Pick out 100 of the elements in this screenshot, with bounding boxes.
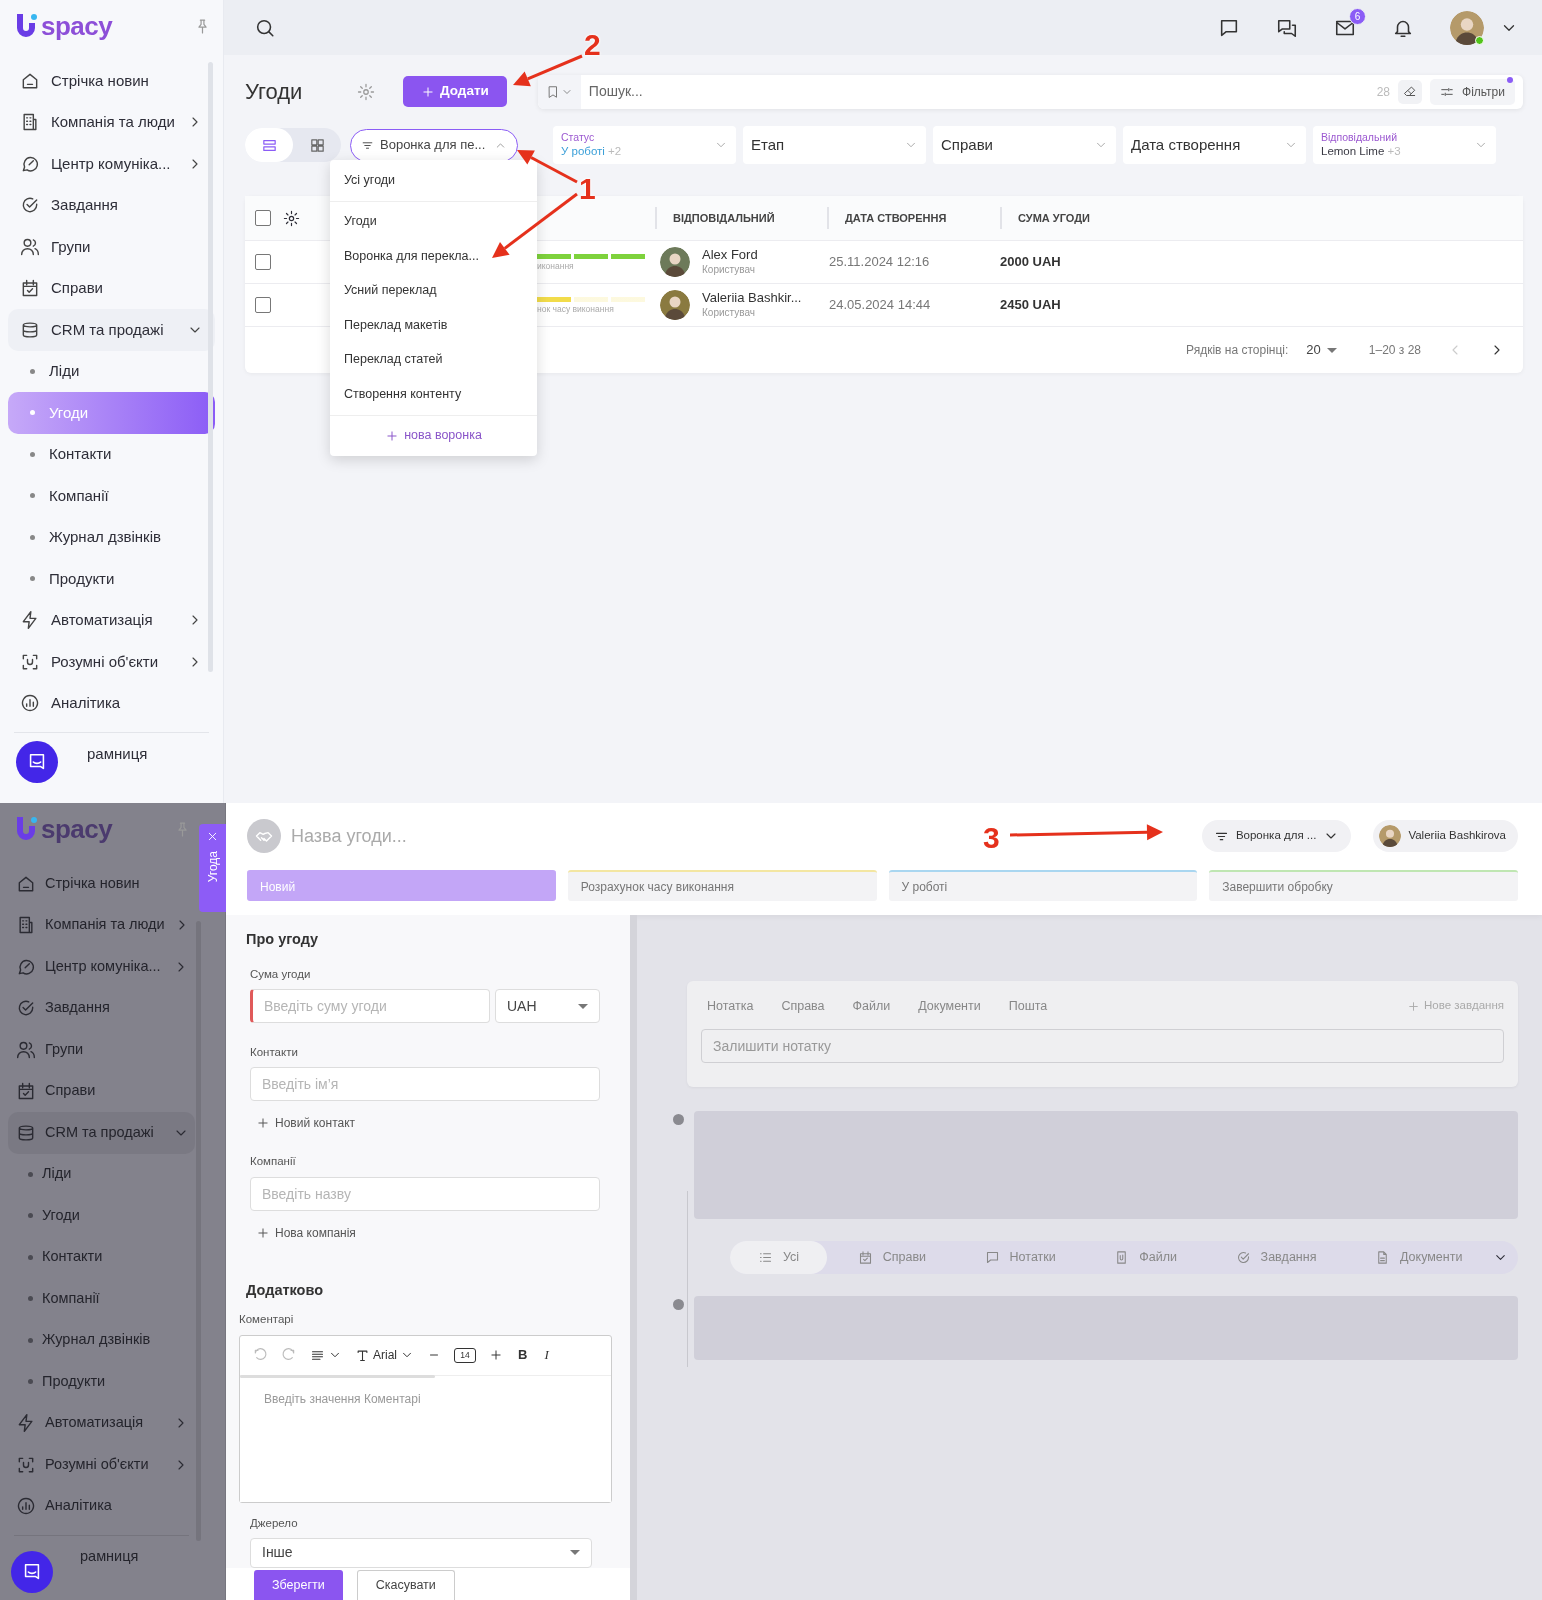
bold-button[interactable]: B <box>516 1345 530 1365</box>
scrollbar[interactable] <box>208 62 213 672</box>
settings-icon[interactable] <box>283 210 300 228</box>
sidebar-item[interactable]: Центр комуніка... <box>8 143 215 185</box>
sidebar-item[interactable]: Групи <box>8 226 215 268</box>
sidebar-item[interactable]: Аналітика <box>8 1485 195 1527</box>
user-role: Користувач <box>702 306 756 321</box>
bullet-icon <box>28 1337 33 1343</box>
sidebar-item[interactable]: Контакти <box>8 1236 195 1278</box>
plus-icon[interactable] <box>489 1348 503 1362</box>
stage-tab[interactable]: У роботі <box>888 870 1198 901</box>
rows-per-page-select[interactable]: 20 <box>1306 340 1337 360</box>
chat-launcher-button[interactable] <box>11 1551 53 1593</box>
sidebar-item[interactable]: Автоматизація <box>8 599 215 641</box>
sidebar-item[interactable]: Угоди <box>8 1195 195 1237</box>
stage-label: иконання <box>537 261 575 271</box>
filter-select[interactable]: Дата створення <box>1123 126 1306 164</box>
cancel-button[interactable]: Скасувати <box>356 1570 455 1600</box>
plus-icon <box>256 1116 270 1131</box>
funnel-select[interactable]: Воронка для пе... <box>350 128 518 162</box>
sidebar-item[interactable]: Справи <box>8 1070 195 1112</box>
sidebar-item[interactable]: CRM та продажі <box>8 309 215 351</box>
sidebar-item[interactable]: Ліди <box>8 1153 195 1195</box>
menu-item[interactable]: Усі угоди <box>330 163 537 198</box>
building-icon <box>20 112 40 133</box>
sidebar-item[interactable]: Справи <box>8 267 215 309</box>
menu-item[interactable]: Воронка для перекла... <box>330 239 537 274</box>
sidebar-item[interactable]: рамниця <box>8 733 215 775</box>
sidebar-item[interactable]: Компанії <box>8 475 215 517</box>
sidebar-item[interactable]: Стрічка новин <box>8 60 215 102</box>
source-select[interactable]: Інше <box>250 1537 592 1568</box>
input-field[interactable]: Введіть суму угоди <box>250 989 490 1023</box>
new-funnel-button[interactable]: нова воронка <box>330 418 537 453</box>
menu-item[interactable]: Переклад макетів <box>330 308 537 343</box>
menu-item[interactable]: Переклад статей <box>330 342 537 377</box>
filter-select[interactable]: Статус У роботі +2 <box>553 126 736 164</box>
sidebar-item[interactable]: Групи <box>8 1029 195 1071</box>
sidebar-item[interactable]: Стрічка новин <box>8 863 195 905</box>
sidebar-item[interactable]: рамниця <box>8 1536 195 1578</box>
title-field[interactable]: Назва угоди... <box>289 821 689 851</box>
filter-select[interactable]: Етап <box>743 126 926 164</box>
menu-item[interactable]: Усний переклад <box>330 273 537 308</box>
sidebar-item[interactable]: Завдання <box>8 184 215 226</box>
sidebar-item[interactable]: Контакти <box>8 433 215 475</box>
search-field[interactable]: Пошук... 28 Фільтри <box>537 74 1523 109</box>
add-link[interactable]: Новий контакт <box>256 1114 356 1133</box>
sidebar-item[interactable]: Журнал дзвінків <box>8 516 215 558</box>
font-select[interactable]: Arial <box>355 1346 414 1364</box>
sidebar-item[interactable]: Компанія та люди <box>8 101 215 143</box>
font-size-field[interactable]: 14 <box>454 1347 476 1363</box>
filters-button[interactable]: Фільтри <box>1430 78 1515 105</box>
field-label: Контакти <box>250 1045 299 1060</box>
scrollbar[interactable] <box>630 915 637 1600</box>
input-field[interactable]: Введіть ім’я <box>250 1067 600 1102</box>
sidebar-item[interactable]: Компанії <box>8 1278 195 1320</box>
sidebar-item[interactable]: Розумні об'єкти <box>8 1444 195 1486</box>
add-link[interactable]: Нова компанія <box>256 1223 356 1242</box>
user-name: Alex Ford <box>702 246 758 263</box>
italic-button[interactable]: I <box>542 1345 551 1365</box>
sidebar-item[interactable]: Аналітика <box>8 682 215 724</box>
user-name: Valeriia Bashkir... <box>702 289 802 306</box>
sidebar-item[interactable]: CRM та продажі <box>8 1112 195 1154</box>
currency-select[interactable]: UAH <box>495 989 600 1023</box>
user-chip[interactable]: Valeriia Bashkirova <box>1373 820 1518 852</box>
input-field[interactable]: Введіть назву <box>250 1176 600 1211</box>
menu-item[interactable]: Створення контенту <box>330 377 537 412</box>
caret-icon <box>578 1003 588 1009</box>
sidebar-item[interactable]: Завдання <box>8 987 195 1029</box>
stage-tab[interactable]: Розрахунок часу виконання <box>567 870 877 901</box>
sidebar-item[interactable]: Розумні об'єкти <box>8 641 215 683</box>
checkbox[interactable] <box>255 297 271 313</box>
sidebar-item[interactable]: Центр комуніка... <box>8 946 195 988</box>
sidebar-item[interactable]: Автоматизація <box>8 1402 195 1444</box>
filter-select[interactable]: Справи <box>933 126 1116 164</box>
bookmark-button[interactable] <box>537 74 581 109</box>
logo-text: spacy <box>41 816 113 842</box>
add-button[interactable]: Додати <box>403 76 507 107</box>
sidebar-item[interactable]: Ліди <box>8 350 215 392</box>
chat-launcher-button[interactable] <box>16 741 58 783</box>
users-icon <box>20 236 40 257</box>
clear-button[interactable] <box>1398 79 1422 104</box>
comment-editor[interactable]: Arial 14 B I Введіть значення Коментарі <box>239 1334 612 1503</box>
chart-icon <box>20 693 40 714</box>
menu-item[interactable]: Угоди <box>330 204 537 239</box>
checkbox[interactable] <box>255 254 271 270</box>
sidebar-item[interactable]: Компанія та люди <box>8 904 195 946</box>
sidebar-item[interactable]: Журнал дзвінків <box>8 1319 195 1361</box>
sidebar-item[interactable]: Продукти <box>8 1361 195 1403</box>
filter-select[interactable]: Відповідальний Lemon Lime +3 <box>1313 126 1496 164</box>
sidebar-item[interactable]: Продукти <box>8 558 215 600</box>
checkbox[interactable] <box>255 210 271 226</box>
settings-button[interactable] <box>357 82 375 101</box>
annotation-number: 1 <box>579 174 596 204</box>
save-button[interactable]: Зберегти <box>254 1570 343 1600</box>
view-button[interactable] <box>245 128 293 162</box>
bullet-icon <box>30 368 35 374</box>
stage-tab[interactable]: Завершити обробку <box>1209 870 1518 901</box>
note-field[interactable]: Залишити нотатку <box>701 1029 1504 1063</box>
side-tab[interactable]: Угода <box>199 824 226 912</box>
funnel-select[interactable]: Воронка для ... <box>1201 820 1352 852</box>
